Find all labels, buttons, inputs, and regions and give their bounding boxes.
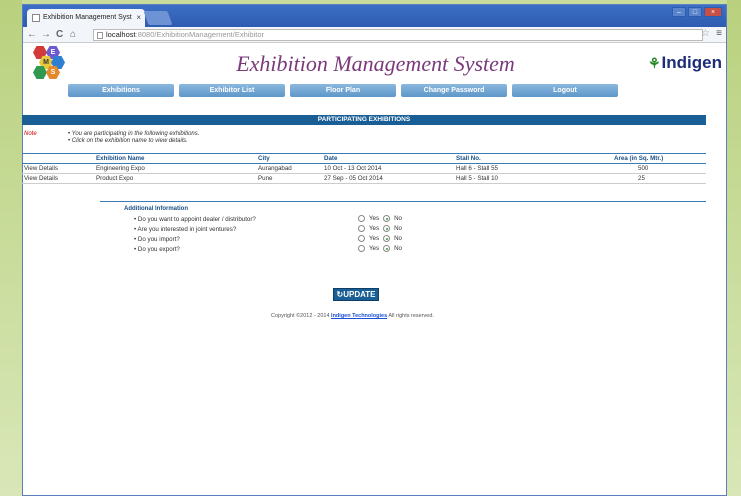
question-row: Do you want to appoint dealer / distribu… (100, 215, 706, 225)
yes-radio[interactable] (358, 215, 365, 222)
no-label: No (394, 235, 403, 242)
question-text: Do you want to appoint dealer / distribu… (134, 216, 256, 223)
no-label: No (394, 225, 403, 232)
yes-radio[interactable] (358, 225, 365, 232)
column-header (22, 153, 94, 164)
browser-toolbar: ← → C ⌂ localhost:8080/ExhibitionManagem… (23, 27, 726, 43)
copyright-suffix: All rights reserved. (387, 313, 434, 319)
brand-name: Indigen (661, 53, 722, 72)
yes-radio[interactable] (358, 235, 365, 242)
no-radio[interactable] (383, 225, 391, 232)
date-cell: 27 Sep - 05 Oct 2014 (322, 173, 454, 184)
additional-info-title: Additional Information (124, 206, 188, 212)
update-label: UPDATE (343, 290, 376, 299)
section-title-bar: PARTICIPATING EXHIBITIONS (22, 115, 706, 125)
page-info-icon (97, 32, 103, 39)
additional-information: Additional Information Do you want to ap… (100, 201, 706, 255)
maximize-icon[interactable]: □ (688, 7, 702, 17)
question-text: Are you interested in joint ventures? (134, 226, 237, 233)
menu-floor-plan[interactable]: Floor Plan (290, 84, 396, 97)
question-text: Do you export? (134, 246, 180, 253)
question-row: Are you interested in joint ventures? Ye… (100, 225, 706, 235)
column-header: City (256, 153, 322, 164)
close-window-icon[interactable]: × (704, 7, 722, 17)
exhibition-name-link[interactable]: Product Expo (94, 173, 256, 184)
menu-logout[interactable]: Logout (512, 84, 618, 97)
note-list: You are participating in the following e… (68, 131, 368, 145)
url-path: :8080/ExhibitionManagement/Exhibitor (135, 30, 265, 39)
menu-exhibitions[interactable]: Exhibitions (68, 84, 174, 97)
browser-menu-icon[interactable]: ≡ (716, 28, 722, 39)
menu-exhibitor-list[interactable]: Exhibitor List (179, 84, 285, 97)
area-cell: 500 (578, 163, 706, 174)
main-menu: Exhibitions Exhibitor List Floor Plan Ch… (68, 84, 618, 97)
no-radio[interactable] (383, 245, 391, 252)
area-cell: 25 (578, 173, 706, 184)
browser-titlebar: Exhibition Management Syst × – □ × (23, 5, 726, 27)
window-controls: – □ × (672, 7, 722, 17)
column-header: Stall No. (454, 153, 578, 164)
no-radio[interactable] (383, 235, 391, 242)
sprout-icon: ⚘ (647, 55, 661, 71)
view-details-link[interactable]: View Details (22, 163, 94, 174)
column-header: Area (in Sq. Mtr.) (578, 153, 706, 164)
yes-label: Yes (369, 245, 380, 252)
city-cell: Aurangabad (256, 163, 322, 174)
forward-icon[interactable]: → (41, 29, 51, 41)
tab-title: Exhibition Management Syst (43, 14, 132, 21)
url-host: localhost (106, 30, 136, 39)
desktop-background-left (0, 0, 22, 496)
date-cell: 10 Oct - 13 Oct 2014 (322, 163, 454, 174)
yes-label: Yes (369, 215, 380, 222)
yes-no-options: Yes No (358, 215, 402, 222)
city-cell: Pune (256, 173, 322, 184)
site-title: Exhibition Management System (236, 51, 515, 76)
yes-no-options: Yes No (358, 245, 402, 252)
yes-no-options: Yes No (358, 225, 402, 232)
footer-copyright: Copyright ©2012 - 2014 Indigen Technolog… (0, 313, 705, 319)
note-label: Note (24, 131, 37, 137)
yes-label: Yes (369, 225, 380, 232)
question-text: Do you import? (134, 236, 180, 243)
table-row: View Details Engineering Expo Aurangabad… (22, 163, 706, 174)
reload-icon[interactable]: C (56, 29, 63, 41)
company-link[interactable]: Indigen Technologies (331, 313, 387, 319)
table-header-row: Exhibition Name City Date Stall No. Area… (22, 153, 706, 164)
question-row: Do you import? Yes No (100, 235, 706, 245)
address-bar[interactable]: localhost:8080/ExhibitionManagement/Exhi… (93, 29, 703, 41)
yes-no-options: Yes No (358, 235, 402, 242)
no-label: No (394, 215, 403, 222)
stall-cell: Hall 6 - Stall 55 (454, 163, 578, 174)
menu-change-password[interactable]: Change Password (401, 84, 507, 97)
browser-tab[interactable]: Exhibition Management Syst × (27, 9, 145, 27)
new-tab-button[interactable] (143, 11, 173, 25)
close-tab-icon[interactable]: × (136, 13, 141, 22)
question-row: Do you export? Yes No (100, 245, 706, 255)
no-radio[interactable] (383, 215, 391, 222)
note-line: Click on the exhibition name to view det… (68, 138, 368, 145)
no-label: No (394, 245, 403, 252)
indigen-logo: ⚘Indigen (648, 53, 722, 73)
site-header: E M S Exhibition Management System ⚘Indi… (23, 43, 726, 83)
column-header: Date (322, 153, 454, 164)
home-icon[interactable]: ⌂ (70, 29, 76, 41)
column-header: Exhibition Name (94, 153, 256, 164)
view-details-link[interactable]: View Details (22, 173, 94, 184)
page-icon (32, 14, 40, 22)
exhibition-name-link[interactable]: Engineering Expo (94, 163, 256, 174)
yes-label: Yes (369, 235, 380, 242)
table-row: View Details Product Expo Pune 27 Sep - … (22, 173, 706, 184)
back-icon[interactable]: ← (27, 29, 37, 41)
stall-cell: Hall 5 - Stall 10 (454, 173, 578, 184)
yes-radio[interactable] (358, 245, 365, 252)
desktop-background-right (727, 0, 741, 496)
note-line: You are participating in the following e… (68, 131, 368, 138)
update-button[interactable]: ↻UPDATE (333, 288, 379, 301)
participating-exhibitions-table: Exhibition Name City Date Stall No. Area… (22, 153, 706, 184)
minimize-icon[interactable]: – (672, 7, 686, 17)
bookmark-star-icon[interactable]: ☆ (701, 28, 710, 39)
copyright-prefix: Copyright ©2012 - 2014 (271, 313, 332, 319)
